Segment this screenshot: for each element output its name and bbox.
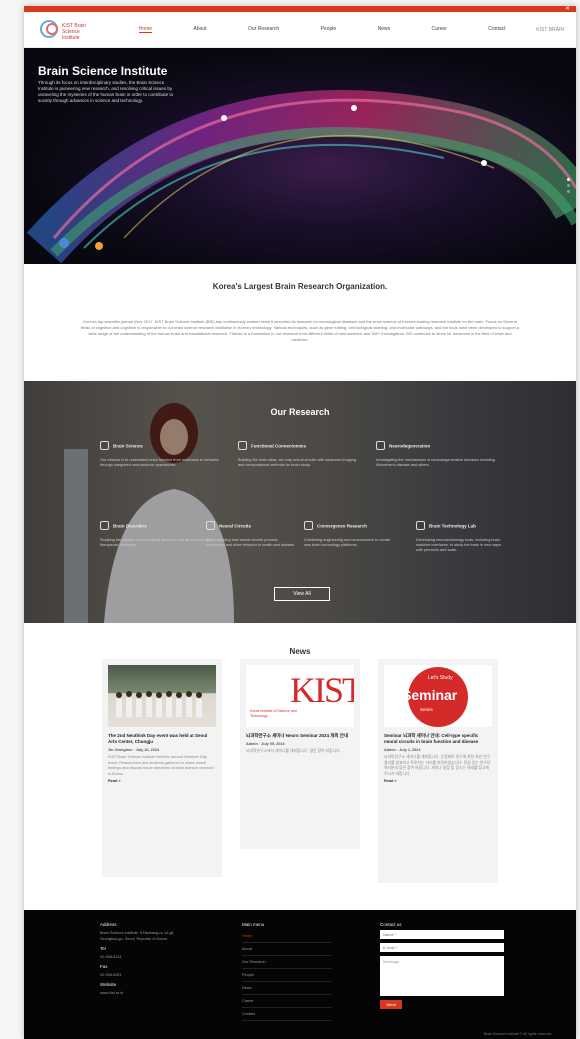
news-excerpt: 뇌과학연구소에서 세미나를 개최합니다. 많은 참여 바랍니다. <box>246 749 341 753</box>
research-item[interactable]: Brain Disorders Studying the causes of n… <box>100 517 220 548</box>
footer-link-people[interactable]: People <box>242 969 332 982</box>
circuit-icon <box>206 521 215 531</box>
news-card[interactable]: Let's Study Seminar Series Seminar 뇌과학 세… <box>378 659 498 883</box>
nav-item-career[interactable]: Career <box>432 26 447 33</box>
footer-link-home[interactable]: Home <box>242 930 332 943</box>
footer-link-about[interactable]: About <box>242 943 332 956</box>
read-more-link[interactable]: Read > <box>384 779 492 783</box>
news-title[interactable]: 뇌과학연구소 세미나 Neuro Seminar 2024 개최 안내 <box>246 733 354 739</box>
nav-right-label[interactable]: KIST BRAIN <box>536 27 564 33</box>
main-nav: KIST Brain Science Institute Home About … <box>24 12 576 48</box>
page: ✕ KIST Brain Science Institute Home Abou… <box>24 6 576 1039</box>
footer-link-contact[interactable]: Contact <box>242 1008 332 1021</box>
copyright: Brain Science Institute © All rights res… <box>483 1032 552 1036</box>
research-item[interactable]: Functional Connectomics Building the bra… <box>238 437 358 468</box>
footer-link-career[interactable]: Career <box>242 995 332 1008</box>
nav-item-our-research[interactable]: Our Research <box>248 26 279 33</box>
footer-menu: Main menu Home About Our Research People… <box>242 922 332 1021</box>
footer-contact-form: Contact us Message Send <box>380 922 504 1009</box>
nav-item-news[interactable]: News <box>378 26 391 33</box>
news-card[interactable]: KIST Korea Institute of Science and Tech… <box>240 659 360 849</box>
news-photo <box>108 665 216 727</box>
intro-body: Korea's top scientific journal (Nov 2017… <box>80 319 520 342</box>
news-section: News The 2nd Neuthink Day event was held… <box>24 623 576 909</box>
research-item[interactable]: Neurodegeneration Investigating the mech… <box>376 437 496 468</box>
research-item[interactable]: Convergence Research Combining engineeri… <box>304 517 394 548</box>
technology-icon <box>416 521 425 531</box>
logo-circle-icon <box>46 22 58 35</box>
top-accent-bar: ✕ <box>24 6 576 12</box>
footer-link-news[interactable]: News <box>242 982 332 995</box>
nav-item-home[interactable]: Home <box>138 26 153 33</box>
research-item[interactable]: Brain Science Our mission is to understa… <box>100 437 220 468</box>
kist-logo-image: KIST Korea Institute of Science and Tech… <box>246 665 354 727</box>
network-icon <box>238 441 247 451</box>
research-item[interactable]: Brain Technology Lab Developing neurotec… <box>416 517 506 553</box>
hero-description: Through its focus on interdisciplinary s… <box>38 80 174 103</box>
news-title[interactable]: Seminar 뇌과학 세미나 안내: Cell-type specific n… <box>384 733 492 745</box>
seminar-image: Let's Study Seminar Series <box>384 665 492 727</box>
nav-item-about[interactable]: About <box>194 26 207 33</box>
news-meta: Jin Jeonghee · July 10, 2024 <box>108 748 160 752</box>
news-meta: Admin · July 1, 2024 <box>384 748 421 752</box>
molecule-icon <box>376 441 385 451</box>
hero-title: Brain Science Institute <box>38 64 168 78</box>
brain-icon <box>100 441 109 451</box>
footer-address: Address Brain Science Institute, 5 Hwara… <box>100 922 180 996</box>
logo-text: KIST Brain Science Institute <box>62 22 87 41</box>
news-meta: Admin · July 05, 2024 <box>246 742 285 746</box>
intro-section: Korea's Largest Brain Research Organizat… <box>24 264 576 381</box>
news-heading: News <box>289 647 311 656</box>
research-section: Our Research Brain Science Our mission i… <box>24 381 576 623</box>
view-all-button[interactable]: View All <box>274 587 330 601</box>
nav-item-contact[interactable]: Contact <box>488 26 505 33</box>
name-input[interactable] <box>380 930 504 939</box>
close-icon[interactable]: ✕ <box>565 6 570 12</box>
website-link[interactable]: www.kist.re.kr <box>100 990 180 996</box>
message-textarea[interactable]: Message <box>380 956 504 996</box>
news-excerpt: KIST Brain Science Institute held the se… <box>108 755 214 776</box>
convergence-icon <box>304 521 313 531</box>
research-item[interactable]: Neural Circuits Understanding how neural… <box>206 517 296 548</box>
email-input[interactable] <box>380 943 504 952</box>
slider-dot[interactable] <box>567 184 570 187</box>
slider-dots <box>567 178 570 196</box>
logo[interactable]: KIST Brain Science Institute <box>36 17 88 43</box>
hero-banner: Brain Science Institute Through its focu… <box>24 48 576 264</box>
slider-dot[interactable] <box>567 190 570 193</box>
slider-dot[interactable] <box>567 178 570 181</box>
news-excerpt: 뇌과학연구소 세미나를 개최합니다. 신경회로 연구에 관한 최신 연구 결과를… <box>384 755 491 776</box>
read-more-link[interactable]: Read > <box>108 779 216 783</box>
footer: Address Brain Science Institute, 5 Hwara… <box>24 910 576 1039</box>
news-title[interactable]: The 2nd Neuthink Day event was held at S… <box>108 733 216 745</box>
news-card[interactable]: The 2nd Neuthink Day event was held at S… <box>102 659 222 877</box>
nav-item-people[interactable]: People <box>321 26 337 33</box>
disorder-icon <box>100 521 109 531</box>
nav-menu: Home About Our Research People News Care… <box>118 26 526 33</box>
send-button[interactable]: Send <box>380 1000 402 1009</box>
footer-link-our-research[interactable]: Our Research <box>242 956 332 969</box>
intro-heading: Korea's Largest Brain Research Organizat… <box>212 282 388 291</box>
research-heading: Our Research <box>270 407 330 417</box>
